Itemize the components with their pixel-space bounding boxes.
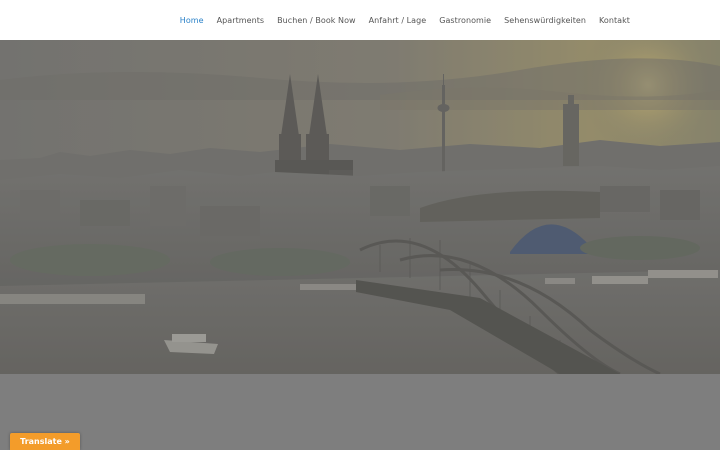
- hero-image: [0, 40, 720, 374]
- nav-item-book-now[interactable]: Buchen / Book Now: [277, 16, 356, 25]
- nav-item-contact[interactable]: Kontakt: [599, 16, 630, 25]
- nav-item-sights[interactable]: Sehenswürdigkeiten: [504, 16, 586, 25]
- site-header: Home Apartments Buchen / Book Now Anfahr…: [0, 0, 720, 40]
- content-band: [0, 374, 720, 450]
- nav-item-gastronomy[interactable]: Gastronomie: [439, 16, 491, 25]
- nav-item-home[interactable]: Home: [180, 16, 204, 25]
- nav-item-directions[interactable]: Anfahrt / Lage: [369, 16, 427, 25]
- nav-item-apartments[interactable]: Apartments: [217, 16, 264, 25]
- translate-button[interactable]: Translate »: [10, 433, 80, 450]
- main-nav: Home Apartments Buchen / Book Now Anfahr…: [180, 0, 630, 40]
